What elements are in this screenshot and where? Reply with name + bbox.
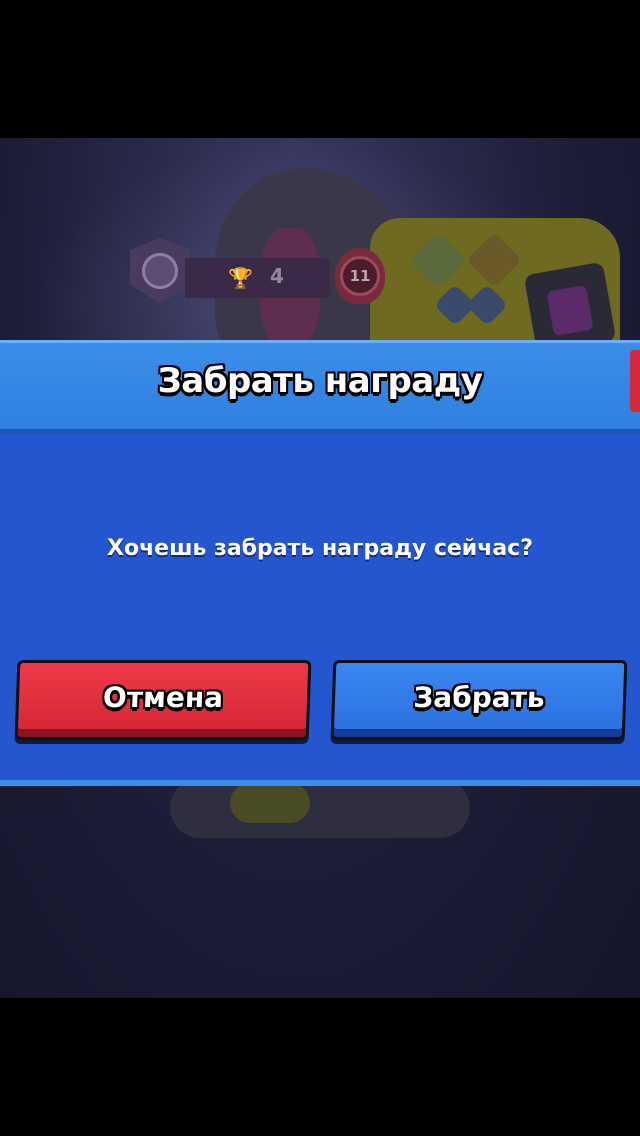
cancel-button-label: Отмена [102,680,224,714]
brawler-foot [230,783,310,823]
claim-button-label: Забрать [412,680,546,714]
brawler-feet [170,778,470,838]
dialog-title: Забрать награду [157,361,483,401]
level-badge[interactable]: 11 [335,248,385,304]
trophy-icon: 🏆 [228,266,253,290]
dialog-question: Хочешь забрать награду сейчас? [107,536,533,561]
claim-reward-dialog: Забрать награду Хочешь забрать награду с… [0,340,640,786]
trophy-count: 4 [270,264,284,288]
letterbox-bottom [0,998,640,1136]
cancel-button[interactable]: Отмена [14,660,312,740]
trophy-bar [185,258,330,298]
dialog-header: Забрать награду [0,340,640,432]
gem-block-inner [546,284,594,337]
rank-skull-icon [142,253,178,289]
dialog-body: Хочешь забрать награду сейчас? Отмена За… [0,434,640,786]
letterbox-top [0,0,640,138]
game-screen: 🏆 4 11 Забрать награду Хочешь забрать на… [0,0,640,1136]
level-flame-icon: 11 [340,256,380,296]
close-icon[interactable] [630,350,640,412]
claim-button[interactable]: Забрать [330,660,628,740]
